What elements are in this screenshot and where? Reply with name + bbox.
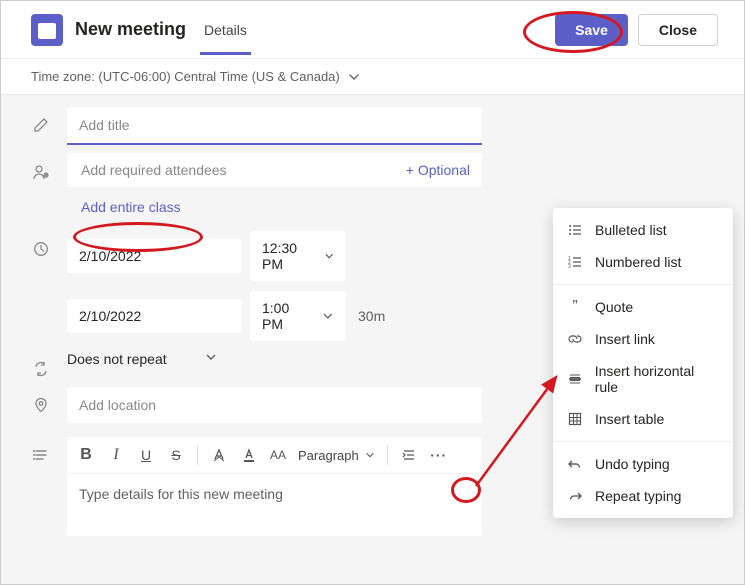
- bulleted-list-icon: [567, 222, 583, 238]
- duration-label: 30m: [354, 299, 389, 333]
- end-time-label: 1:00 PM: [262, 300, 312, 332]
- menu-numbered-list[interactable]: 123 Numbered list: [553, 246, 733, 278]
- menu-separator: [553, 441, 733, 442]
- menu-insert-hr[interactable]: Insert horizontal rule: [553, 355, 733, 403]
- separator: [387, 445, 388, 465]
- menu-label: Repeat typing: [595, 488, 681, 504]
- page-title: New meeting: [75, 19, 186, 40]
- menu-redo[interactable]: Repeat typing: [553, 480, 733, 512]
- header-bar: New meeting Details Save Close: [1, 1, 744, 59]
- close-button[interactable]: Close: [638, 14, 718, 46]
- recurrence-label: Does not repeat: [67, 351, 167, 367]
- chevron-down-icon: [205, 351, 217, 363]
- quote-icon: ”: [567, 299, 583, 315]
- title-input[interactable]: [67, 107, 482, 145]
- more-formatting-button[interactable]: ···: [430, 445, 448, 465]
- indent-button[interactable]: [400, 445, 418, 465]
- chevron-down-icon: [324, 250, 334, 262]
- separator: [197, 445, 198, 465]
- menu-label: Insert table: [595, 411, 664, 427]
- horizontal-rule-icon: [567, 371, 583, 387]
- attendees-input[interactable]: [79, 161, 406, 179]
- description-icon: [31, 447, 51, 463]
- recurrence-select[interactable]: Does not repeat: [67, 351, 217, 367]
- start-time-label: 12:30 PM: [262, 240, 314, 272]
- location-input[interactable]: [67, 387, 482, 423]
- menu-label: Insert horizontal rule: [595, 363, 719, 395]
- timezone-picker[interactable]: Time zone: (UTC-06:00) Central Time (US …: [1, 59, 744, 95]
- richtext-toolbar: B I U S AA Paragraph: [67, 437, 482, 474]
- menu-insert-link[interactable]: Insert link: [553, 323, 733, 355]
- description-input[interactable]: Type details for this new meeting: [67, 474, 482, 536]
- chevron-down-icon: [348, 71, 360, 83]
- pencil-icon: [31, 117, 51, 133]
- chevron-down-icon: [322, 310, 334, 322]
- link-icon: [567, 331, 583, 347]
- timezone-label: Time zone: (UTC-06:00) Central Time (US …: [31, 69, 340, 84]
- paragraph-style-label: Paragraph: [298, 448, 359, 463]
- redo-icon: [567, 488, 583, 504]
- bold-button[interactable]: B: [77, 445, 95, 465]
- menu-bulleted-list[interactable]: Bulleted list: [553, 214, 733, 246]
- menu-label: Undo typing: [595, 456, 670, 472]
- formatting-context-menu: Bulleted list 123 Numbered list ” Quote …: [553, 208, 733, 518]
- add-optional-button[interactable]: + Optional: [406, 162, 470, 178]
- tab-details[interactable]: Details: [200, 4, 251, 55]
- underline-button[interactable]: U: [137, 445, 155, 465]
- save-button[interactable]: Save: [555, 14, 628, 46]
- table-icon: [567, 411, 583, 427]
- calendar-icon: [31, 14, 63, 46]
- font-color-button[interactable]: [240, 445, 258, 465]
- meeting-form: + Optional Add entire class 2/10/2022 12…: [1, 95, 521, 536]
- strike-button[interactable]: S: [167, 445, 185, 465]
- menu-quote[interactable]: ” Quote: [553, 291, 733, 323]
- chevron-down-icon: [365, 450, 375, 460]
- font-size-button[interactable]: AA: [270, 445, 286, 465]
- menu-undo[interactable]: Undo typing: [553, 448, 733, 480]
- menu-label: Insert link: [595, 331, 655, 347]
- clock-icon: [31, 241, 51, 257]
- menu-label: Numbered list: [595, 254, 681, 270]
- highlight-button[interactable]: [210, 445, 228, 465]
- end-time-input[interactable]: 1:00 PM: [250, 291, 346, 341]
- menu-separator: [553, 284, 733, 285]
- attendees-icon: [31, 163, 51, 181]
- start-date-input[interactable]: 2/10/2022: [67, 239, 242, 273]
- svg-text:3: 3: [568, 264, 571, 269]
- repeat-icon: [31, 361, 51, 377]
- menu-label: Quote: [595, 299, 633, 315]
- undo-icon: [567, 456, 583, 472]
- start-time-input[interactable]: 12:30 PM: [250, 231, 346, 281]
- numbered-list-icon: 123: [567, 254, 583, 270]
- menu-label: Bulleted list: [595, 222, 667, 238]
- location-icon: [31, 397, 51, 413]
- menu-insert-table[interactable]: Insert table: [553, 403, 733, 435]
- italic-button[interactable]: I: [107, 445, 125, 465]
- end-date-input[interactable]: 2/10/2022: [67, 299, 242, 333]
- paragraph-style-select[interactable]: Paragraph: [298, 448, 375, 463]
- add-entire-class-link[interactable]: Add entire class: [81, 199, 181, 215]
